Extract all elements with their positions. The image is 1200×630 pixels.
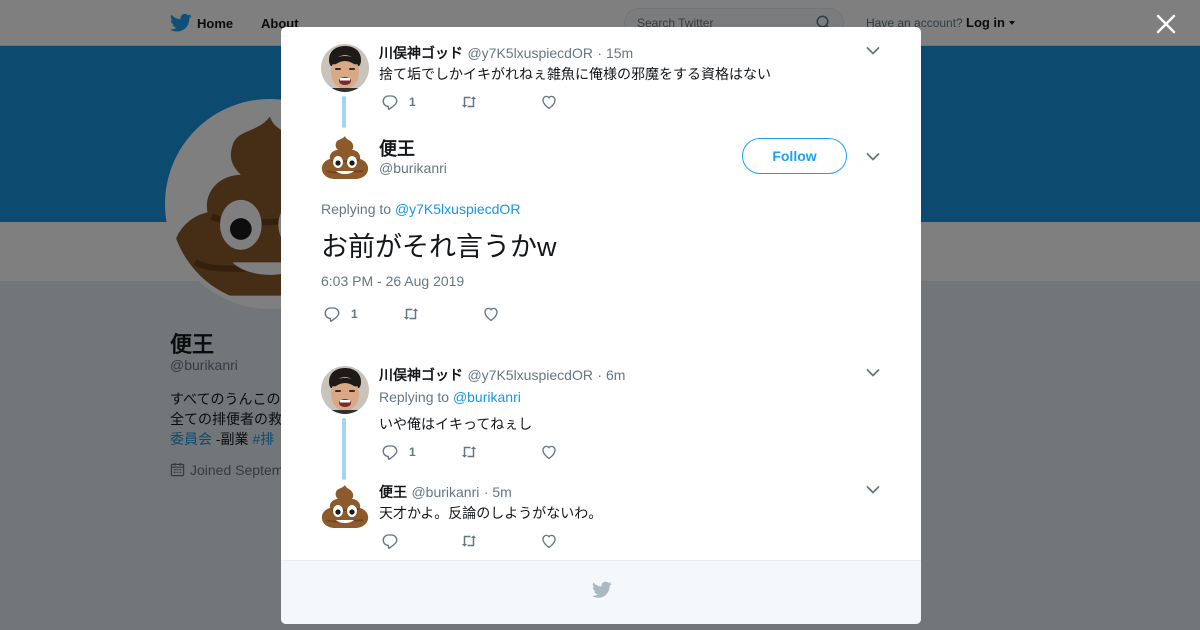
tweet-time[interactable]: · 6m — [597, 367, 625, 383]
retweet-icon — [460, 93, 478, 111]
like-icon — [540, 93, 558, 111]
user-name[interactable]: 川俣神ゴッド — [379, 367, 463, 383]
avatar[interactable] — [321, 44, 369, 92]
tweet-header: 便王 @burikanri · 5m — [379, 482, 512, 502]
user-name[interactable]: 川俣神ゴッド — [379, 45, 463, 61]
reply-button[interactable] — [381, 443, 399, 461]
thread-line — [342, 418, 346, 480]
tweet-header: 川俣神ゴッド @y7K5lxuspiecdOR · 15m — [379, 43, 633, 63]
like-icon — [540, 532, 558, 550]
avatar[interactable] — [321, 366, 369, 414]
like-button[interactable] — [482, 305, 500, 323]
user-handle[interactable]: @y7K5lxuspiecdOR — [467, 367, 593, 383]
tweet-time[interactable]: · 15m — [597, 45, 633, 61]
like-button[interactable] — [540, 443, 558, 461]
reply-button[interactable] — [381, 93, 399, 111]
replying-to-label: Replying to — [379, 389, 450, 405]
tweet-timestamp[interactable]: 6:03 PM - 26 Aug 2019 — [321, 273, 464, 289]
close-icon[interactable] — [1154, 12, 1178, 36]
reply-button[interactable] — [323, 305, 341, 323]
tweet-text: お前がそれ言うかw — [321, 232, 557, 262]
retweet-button[interactable] — [402, 305, 420, 323]
mention-link[interactable]: @burikanri — [453, 389, 521, 405]
follow-button[interactable]: Follow — [742, 138, 847, 174]
reply-icon — [323, 305, 341, 323]
tweet-text: いや俺はイキってねぇし — [379, 416, 533, 432]
retweet-button[interactable] — [460, 532, 478, 550]
replying-to: Replying to @burikanri — [379, 389, 521, 405]
tweet-conversation-modal: 川俣神ゴッド @y7K5lxuspiecdOR · 15m 捨て垢でしかイキがれ… — [281, 27, 921, 624]
tweet-text: 天才かよ。反論のしようがないわ。 — [379, 505, 603, 521]
poop-emoji-avatar[interactable] — [321, 482, 369, 530]
like-icon — [482, 305, 500, 323]
reply-icon — [381, 532, 399, 550]
user-handle[interactable]: @burikanri — [411, 484, 479, 500]
tweet-time[interactable]: · 5m — [484, 484, 512, 500]
like-icon — [540, 443, 558, 461]
chevron-down-icon[interactable] — [866, 46, 880, 56]
modal-footer — [281, 560, 921, 624]
user-name[interactable]: 便王 — [379, 484, 407, 500]
chevron-down-icon[interactable] — [866, 368, 880, 378]
chevron-down-icon[interactable] — [866, 485, 880, 495]
reply-button[interactable] — [381, 532, 399, 550]
retweet-icon — [460, 443, 478, 461]
retweet-button[interactable] — [460, 93, 478, 111]
replying-to: Replying to @y7K5lxuspiecdOR — [321, 201, 520, 217]
thread-line — [342, 96, 346, 128]
retweet-button[interactable] — [460, 443, 478, 461]
retweet-icon — [460, 532, 478, 550]
like-button[interactable] — [540, 532, 558, 550]
user-handle[interactable]: @burikanri — [379, 160, 447, 176]
mention-link[interactable]: @y7K5lxuspiecdOR — [395, 201, 521, 217]
user-handle[interactable]: @y7K5lxuspiecdOR — [467, 45, 593, 61]
like-button[interactable] — [540, 93, 558, 111]
user-name[interactable]: 便王 — [379, 135, 415, 161]
twitter-bird-icon — [592, 581, 612, 599]
poop-emoji-avatar[interactable] — [321, 133, 369, 181]
reply-count: 1 — [409, 95, 416, 109]
reply-count: 1 — [409, 445, 416, 459]
replying-to-label: Replying to — [321, 201, 392, 217]
reply-icon — [381, 93, 399, 111]
user-photo — [321, 366, 369, 414]
reply-count: 1 — [351, 307, 358, 321]
user-photo — [321, 44, 369, 92]
chevron-down-icon[interactable] — [866, 152, 880, 162]
tweet-header: 川俣神ゴッド @y7K5lxuspiecdOR · 6m — [379, 365, 625, 385]
tweet-text: 捨て垢でしかイキがれねぇ雑魚に俺様の邪魔をする資格はない — [379, 66, 771, 82]
retweet-icon — [402, 305, 420, 323]
reply-icon — [381, 443, 399, 461]
